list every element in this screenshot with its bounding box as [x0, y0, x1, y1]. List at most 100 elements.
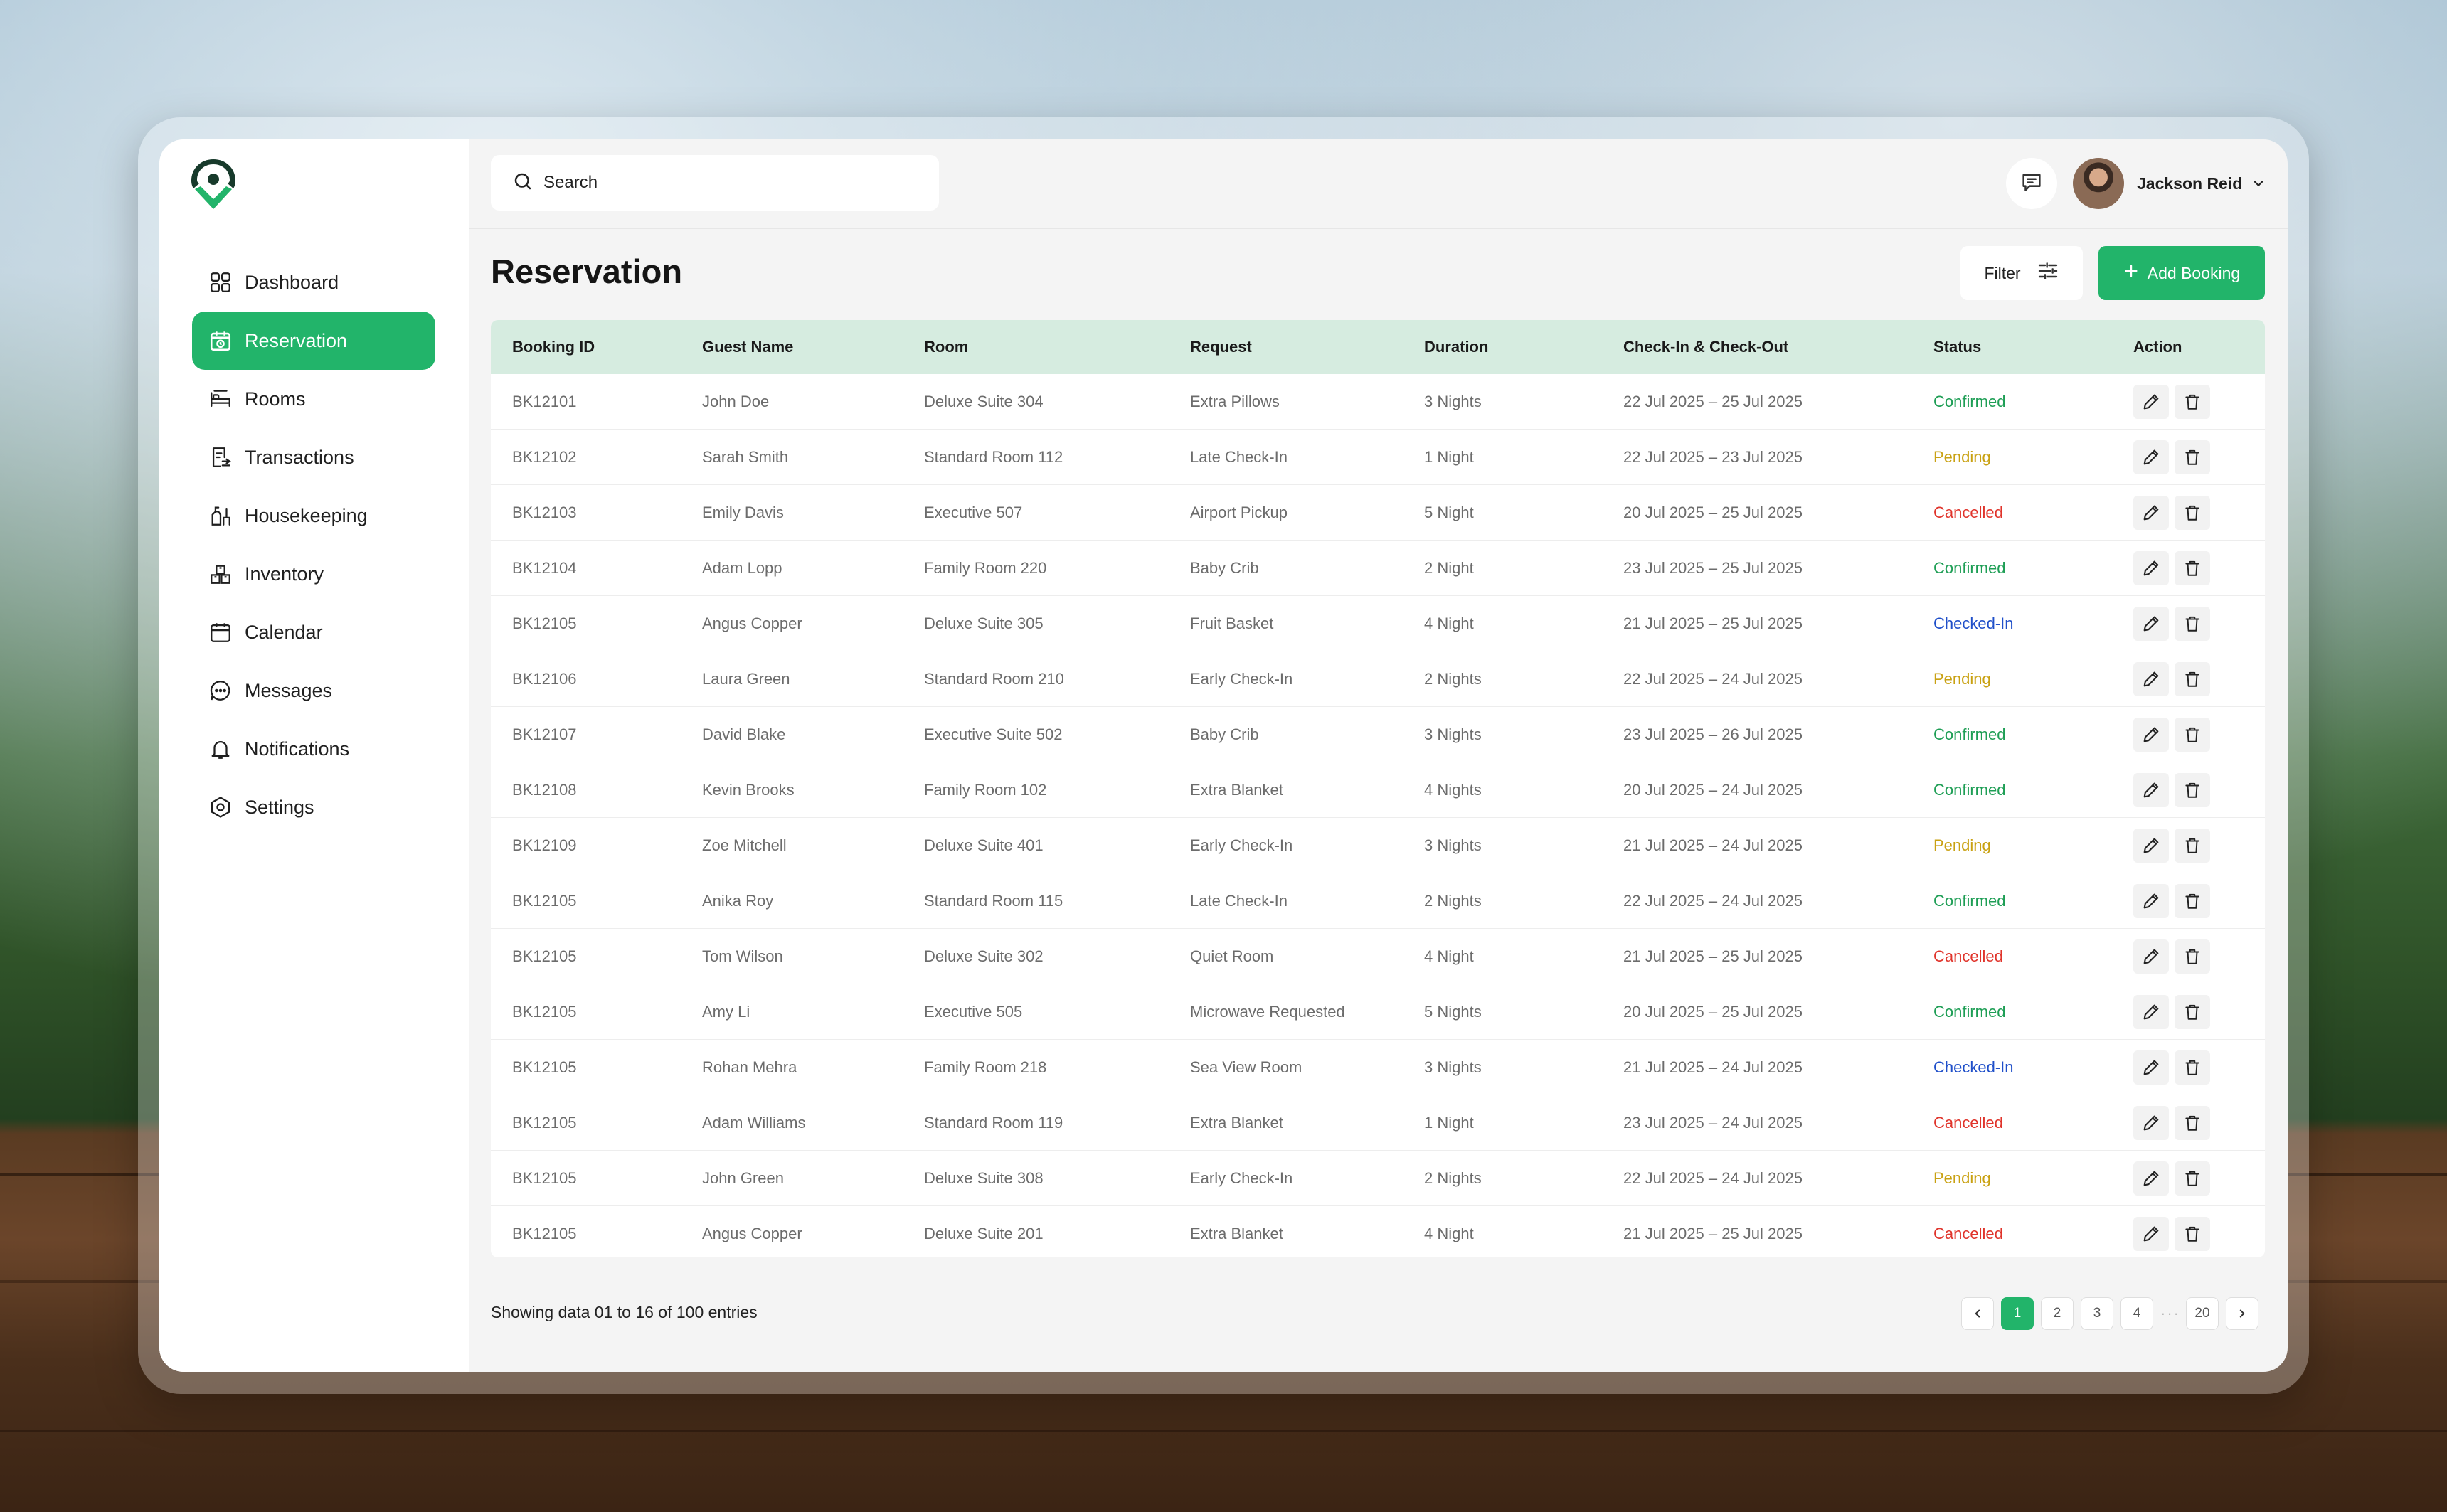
page-button-last[interactable]: 20 [2186, 1297, 2219, 1330]
plus-icon [2123, 263, 2139, 283]
delete-button[interactable] [2175, 495, 2210, 530]
avatar[interactable] [2073, 158, 2124, 209]
delete-button[interactable] [2175, 440, 2210, 474]
delete-button[interactable] [2175, 828, 2210, 863]
table-row[interactable]: BK12101 John Doe Deluxe Suite 304 Extra Pil… [491, 374, 2265, 430]
user-menu[interactable]: Jackson Reid [2073, 158, 2266, 209]
sidebar-item-messages[interactable]: Messages [192, 661, 435, 720]
table-row[interactable]: BK12104 Adam Lopp Family Room 220 Baby Crib… [491, 540, 2265, 597]
table-row[interactable]: BK12109 Zoe Mitchell Deluxe Suite 401 Early… [491, 817, 2265, 874]
edit-button[interactable] [2133, 772, 2169, 807]
pagination-ellipsis: ··· [2160, 1304, 2180, 1322]
edit-button[interactable] [2133, 994, 2169, 1029]
messages-button[interactable] [2006, 158, 2057, 209]
search-box[interactable] [491, 155, 939, 211]
delete-button[interactable] [2175, 661, 2210, 696]
table-row[interactable]: BK12106 Laura Green Standard Room 210 Early… [491, 651, 2265, 708]
delete-button[interactable] [2175, 550, 2210, 585]
sidebar-item-transactions[interactable]: Transactions [192, 428, 435, 486]
booking-id: BK12108 [491, 762, 702, 819]
trash-icon [2183, 1225, 2202, 1243]
table-row[interactable]: BK12105 Angus Copper Deluxe Suite 201 Extra… [491, 1205, 2265, 1257]
table-row[interactable]: BK12102 Sarah Smith Standard Room 112 Late … [491, 429, 2265, 486]
delete-button[interactable] [2175, 994, 2210, 1029]
filter-button[interactable]: Filter [1960, 246, 2083, 300]
table-row[interactable]: BK12107 David Blake Executive Suite 502 Bab… [491, 706, 2265, 763]
edit-button[interactable] [2133, 440, 2169, 474]
page-button-1[interactable]: 1 [2001, 1297, 2034, 1330]
row-actions [2133, 429, 2265, 486]
guest-name: Amy Li [702, 984, 924, 1040]
sidebar-item-calendar[interactable]: Calendar [192, 603, 435, 661]
delete-button[interactable] [2175, 1216, 2210, 1251]
request: Microwave Requested [1190, 984, 1424, 1040]
edit-button[interactable] [2133, 661, 2169, 696]
add-booking-button[interactable]: Add Booking [2098, 246, 2265, 300]
delete-button[interactable] [2175, 384, 2210, 419]
request: Extra Blanket [1190, 1095, 1424, 1151]
page-button-4[interactable]: 4 [2120, 1297, 2153, 1330]
booking-id: BK12105 [491, 1205, 702, 1257]
table-row[interactable]: BK12105 Angus Copper Deluxe Suite 305 Fruit… [491, 595, 2265, 652]
search-input[interactable] [542, 172, 915, 193]
edit-button[interactable] [2133, 717, 2169, 752]
delete-button[interactable] [2175, 1161, 2210, 1196]
table-row[interactable]: BK12105 Adam Williams Standard Room 119 Ext… [491, 1095, 2265, 1151]
room: Executive 505 [924, 984, 1190, 1040]
sidebar-item-dashboard[interactable]: Dashboard [192, 253, 435, 312]
delete-button[interactable] [2175, 883, 2210, 918]
user-name[interactable]: Jackson Reid [2137, 174, 2242, 193]
row-actions [2133, 817, 2265, 874]
table-row[interactable]: BK12105 Amy Li Executive 505 Microwave Requ… [491, 984, 2265, 1040]
delete-button[interactable] [2175, 717, 2210, 752]
table-row[interactable]: BK12105 Tom Wilson Deluxe Suite 302 Quiet R… [491, 928, 2265, 985]
edit-button[interactable] [2133, 606, 2169, 641]
prev-page-button[interactable] [1961, 1297, 1994, 1330]
pencil-icon [2141, 392, 2161, 412]
sidebar-item-housekeeping[interactable]: Housekeeping [192, 486, 435, 545]
table-row[interactable]: BK12105 Anika Roy Standard Room 115 Late Ch… [491, 873, 2265, 930]
request: Extra Blanket [1190, 1205, 1424, 1257]
guest-name: Anika Roy [702, 873, 924, 930]
page-button-3[interactable]: 3 [2081, 1297, 2113, 1330]
map-pin-check-icon[interactable] [189, 158, 238, 213]
sidebar-item-inventory[interactable]: Inventory [192, 545, 435, 603]
edit-button[interactable] [2133, 495, 2169, 530]
request: Early Check-In [1190, 651, 1424, 708]
duration: 2 Nights [1424, 873, 1623, 930]
trash-icon [2183, 504, 2202, 522]
sidebar-item-notifications[interactable]: Notifications [192, 720, 435, 778]
edit-button[interactable] [2133, 1105, 2169, 1140]
sidebar-item-rooms[interactable]: Rooms [192, 370, 435, 428]
check-in-out-dates: 21 Jul 2025 – 25 Jul 2025 [1623, 928, 1933, 985]
table-row[interactable]: BK12108 Kevin Brooks Family Room 102 Extra … [491, 762, 2265, 819]
pencil-icon [2141, 614, 2161, 634]
delete-button[interactable] [2175, 772, 2210, 807]
row-actions [2133, 1150, 2265, 1207]
sidebar-item-reservation[interactable]: Reservation [192, 312, 435, 370]
edit-button[interactable] [2133, 939, 2169, 974]
grid-icon [208, 270, 233, 295]
row-actions [2133, 1205, 2265, 1257]
edit-button[interactable] [2133, 1161, 2169, 1196]
delete-button[interactable] [2175, 939, 2210, 974]
table-row[interactable]: BK12105 John Green Deluxe Suite 308 Early C… [491, 1150, 2265, 1207]
edit-button[interactable] [2133, 828, 2169, 863]
page-title: Reservation [491, 252, 683, 290]
table-row[interactable]: BK12105 Rohan Mehra Family Room 218 Sea Vie… [491, 1039, 2265, 1096]
delete-button[interactable] [2175, 1105, 2210, 1140]
page-button-2[interactable]: 2 [2041, 1297, 2074, 1330]
delete-button[interactable] [2175, 606, 2210, 641]
chevron-down-icon[interactable] [2251, 176, 2266, 191]
duration: 3 Nights [1424, 374, 1623, 430]
edit-button[interactable] [2133, 550, 2169, 585]
sidebar-item-settings[interactable]: Settings [192, 778, 435, 836]
room: Standard Room 210 [924, 651, 1190, 708]
delete-button[interactable] [2175, 1050, 2210, 1085]
edit-button[interactable] [2133, 384, 2169, 419]
edit-button[interactable] [2133, 1050, 2169, 1085]
table-row[interactable]: BK12103 Emily Davis Executive 507 Airport P… [491, 484, 2265, 541]
edit-button[interactable] [2133, 883, 2169, 918]
edit-button[interactable] [2133, 1216, 2169, 1251]
next-page-button[interactable] [2226, 1297, 2258, 1330]
